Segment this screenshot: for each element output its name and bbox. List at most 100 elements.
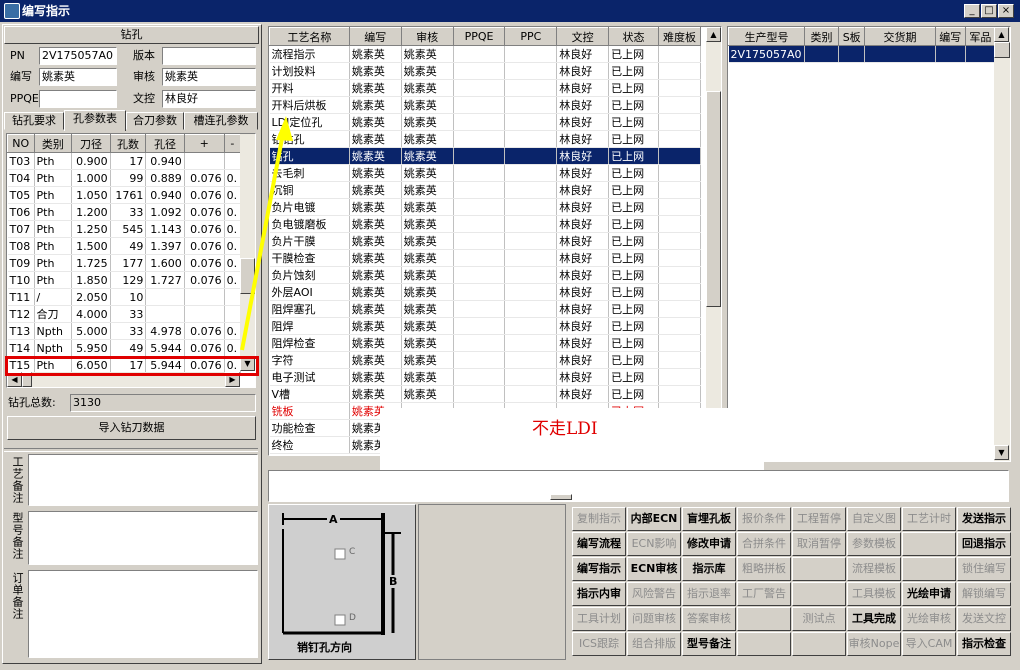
- action-button[interactable]: 内部ECN: [627, 507, 681, 531]
- process-row[interactable]: 负片蚀刻 姚素英 姚素英 林良好 已上网: [269, 266, 702, 284]
- action-button[interactable]: 参数模板: [847, 532, 901, 556]
- drill-row[interactable]: T06 Pth 1.200 33 1.092 0.076 0.: [7, 203, 242, 221]
- action-button[interactable]: 审核Nope: [847, 632, 901, 656]
- process-row[interactable]: 阻焊检查 姚素英 姚素英 林良好 已上网: [269, 334, 702, 352]
- process-row[interactable]: 钻孔 姚素英 姚素英 林良好 已上网: [269, 147, 702, 165]
- action-button[interactable]: [902, 532, 956, 556]
- action-button[interactable]: 修改申请: [682, 532, 736, 556]
- drill-row[interactable]: T14 Npth 5.950 49 5.944 0.076 0.: [7, 339, 242, 357]
- process-col-header[interactable]: 工艺名称: [269, 27, 350, 46]
- ppqe-field[interactable]: [39, 90, 117, 108]
- model-notes-field[interactable]: [28, 511, 258, 565]
- action-button[interactable]: [792, 557, 846, 581]
- tab-tool-params[interactable]: 合刀参数: [126, 112, 184, 130]
- action-button[interactable]: 指示退率: [682, 582, 736, 606]
- action-button[interactable]: 编写流程: [572, 532, 626, 556]
- order-notes-field[interactable]: [28, 570, 258, 658]
- orders-col-header[interactable]: S板: [838, 27, 866, 46]
- orders-table-vscroll[interactable]: ▲ ▼: [994, 27, 1010, 461]
- drill-row[interactable]: T11/2.050 10: [7, 288, 242, 306]
- process-notes-field[interactable]: [28, 454, 258, 506]
- pn-field[interactable]: 2V175057A0: [39, 47, 117, 65]
- drill-row[interactable]: T12 合刀 4.000 33: [7, 305, 242, 323]
- action-button[interactable]: 指示检查: [957, 632, 1011, 656]
- close-button[interactable]: ×: [998, 4, 1014, 18]
- drill-row[interactable]: T03 Pth 0.900 17 0.940: [7, 152, 242, 170]
- scroll-up-icon[interactable]: ▲: [706, 27, 721, 42]
- process-row[interactable]: 负电镀磨板 姚素英 姚素英 林良好 已上网: [269, 215, 702, 233]
- author-field[interactable]: 姚素英: [39, 68, 117, 86]
- action-button[interactable]: 工艺计时: [902, 507, 956, 531]
- drill-row[interactable]: T13 Npth 5.000 33 4.978 0.076 0.: [7, 322, 242, 340]
- orders-col-header[interactable]: 生产型号: [728, 27, 805, 46]
- reviewer-field[interactable]: 姚素英: [162, 68, 256, 86]
- drill-col-header[interactable]: -: [223, 134, 242, 153]
- drill-row[interactable]: T04 Pth 1.000 99 0.889 0.076 0.: [7, 169, 242, 187]
- tab-drill-requirements[interactable]: 钻孔要求: [4, 112, 64, 130]
- scroll-up-icon[interactable]: ▲: [994, 27, 1009, 42]
- process-col-header[interactable]: PPC: [504, 27, 558, 46]
- process-table-vscroll[interactable]: ▲: [706, 27, 721, 455]
- action-button[interactable]: 发送文控: [957, 607, 1011, 631]
- action-button[interactable]: 复制指示: [572, 507, 626, 531]
- action-button[interactable]: [792, 632, 846, 656]
- action-button[interactable]: ECN影响: [627, 532, 681, 556]
- action-button[interactable]: 工具完成: [847, 607, 901, 631]
- process-col-header[interactable]: 审核: [400, 27, 454, 46]
- action-button[interactable]: 组合排版: [627, 632, 681, 656]
- process-row[interactable]: 负片电镀 姚素英 姚素英 林良好 已上网: [269, 198, 702, 216]
- action-button[interactable]: 合拼条件: [737, 532, 791, 556]
- process-col-header[interactable]: PPQE: [452, 27, 506, 46]
- action-button[interactable]: 问题审核: [627, 607, 681, 631]
- action-button[interactable]: 工厂警告: [737, 582, 791, 606]
- action-button[interactable]: 工具计划: [572, 607, 626, 631]
- splitter-handle[interactable]: [550, 494, 572, 500]
- import-drill-button[interactable]: 导入钻刀数据: [7, 416, 256, 440]
- process-col-header[interactable]: 文控: [556, 27, 610, 46]
- drill-col-header[interactable]: NO: [7, 134, 35, 153]
- action-button[interactable]: 工具模板: [847, 582, 901, 606]
- maximize-button[interactable]: □: [981, 4, 997, 18]
- orders-scroll-thumb[interactable]: [994, 42, 1010, 58]
- docctrl-field[interactable]: 林良好: [162, 90, 256, 108]
- version-field[interactable]: [162, 47, 256, 65]
- scroll-down-icon[interactable]: ▼: [994, 445, 1009, 460]
- process-row[interactable]: 开料 姚素英 姚素英 林良好 已上网: [269, 79, 702, 97]
- action-button[interactable]: 回退指示: [957, 532, 1011, 556]
- drill-row[interactable]: T08 Pth 1.500 49 1.397 0.076 0.: [7, 237, 242, 255]
- tab-hole-params[interactable]: 孔参数表: [64, 110, 126, 131]
- orders-col-header[interactable]: 类别: [803, 27, 840, 46]
- process-row[interactable]: 字符 姚素英 姚素英 林良好 已上网: [269, 351, 702, 369]
- action-button[interactable]: 型号备注: [682, 632, 736, 656]
- process-row[interactable]: V槽 姚素英 姚素英 林良好 已上网: [269, 385, 702, 403]
- process-row[interactable]: 阻焊 姚素英 姚素英 林良好 已上网: [269, 317, 702, 335]
- process-row[interactable]: 干膜检查 姚素英 姚素英 林良好 已上网: [269, 249, 702, 267]
- action-button[interactable]: 指示库: [682, 557, 736, 581]
- action-button[interactable]: 答案审核: [682, 607, 736, 631]
- process-row[interactable]: 钻钻孔 姚素英 姚素英 林良好 已上网: [269, 130, 702, 148]
- action-button[interactable]: 导入CAM: [902, 632, 956, 656]
- action-button[interactable]: 风险警告: [627, 582, 681, 606]
- drill-row[interactable]: T05 Pth 1.050 1761 0.940 0.076 0.: [7, 186, 242, 204]
- remarks-input[interactable]: [268, 470, 1009, 502]
- orders-col-header[interactable]: 军品: [964, 27, 997, 46]
- action-button[interactable]: 工程暂停: [792, 507, 846, 531]
- action-button[interactable]: [902, 557, 956, 581]
- action-button[interactable]: 盲埋孔板: [682, 507, 736, 531]
- action-button[interactable]: 流程模板: [847, 557, 901, 581]
- action-button[interactable]: 光绘审核: [902, 607, 956, 631]
- process-col-header[interactable]: 编写: [348, 27, 402, 46]
- process-row[interactable]: 计划投料 姚素英 姚素英 林良好 已上网: [269, 62, 702, 80]
- action-button[interactable]: [737, 607, 791, 631]
- action-button[interactable]: ICS跟踪: [572, 632, 626, 656]
- scroll-thumb[interactable]: [240, 258, 255, 294]
- drill-col-header[interactable]: 刀径: [71, 134, 111, 153]
- drill-col-header[interactable]: 类别: [33, 134, 73, 153]
- drill-row[interactable]: T10 Pth 1.850 129 1.727 0.076 0.: [7, 271, 242, 289]
- drill-col-header[interactable]: 孔数: [109, 134, 147, 153]
- action-button[interactable]: 指示内审: [572, 582, 626, 606]
- drill-row[interactable]: T07 Pth 1.250 545 1.143 0.076 0.: [7, 220, 242, 238]
- process-scroll-thumb[interactable]: [706, 91, 721, 307]
- action-button[interactable]: 发送指示: [957, 507, 1011, 531]
- action-button[interactable]: [792, 582, 846, 606]
